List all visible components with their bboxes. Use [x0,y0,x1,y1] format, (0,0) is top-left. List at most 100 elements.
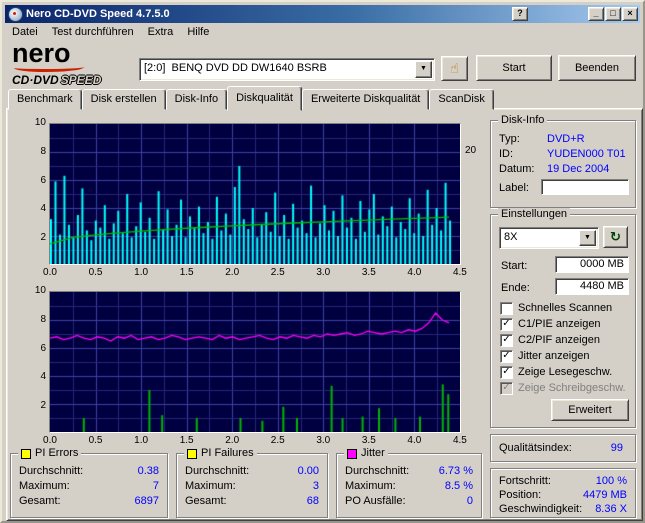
disk-type-value: DVD+R [547,133,585,145]
axis-tick: 4.5 [452,435,467,446]
checkbox-box: ✓ [500,381,513,395]
stat-label: PO Ausfälle: [345,495,406,507]
stat-value: 0 [466,495,473,507]
pi-failures-legend-swatch [187,448,197,459]
menu-extra[interactable]: Extra [141,23,181,41]
check-icon: ✓ [502,366,511,377]
help-button[interactable]: ? [512,7,528,21]
app-window: Nero CD-DVD Speed 4.7.5.0 ? _ □ × Datei … [0,0,645,523]
scan-end-label: Ende: [501,282,530,294]
disk-label-field [541,179,629,195]
close-icon: × [627,8,633,18]
checkbox-zeige-lesegeschw[interactable]: ✓ Zeige Lesegeschw. [500,365,612,379]
stat-value: 6.73 % [438,465,473,477]
axis-tick: 6 [40,342,46,354]
start-button[interactable]: Start [476,55,552,81]
maximize-icon: □ [610,8,616,18]
settings-group: Einstellungen 8X ▼ ↻ Start: 0000 MB Ende… [490,208,636,428]
speed-select[interactable]: 8X ▼ [499,227,599,249]
quality-index-label: Qualitätsindex: [499,442,572,454]
axis-tick: 0.0 [43,267,57,278]
nero-logo: nero CD·DVD SPEED [12,40,134,89]
jitter-chart-canvas [49,291,461,433]
stat-value: 3 [312,480,319,492]
checkbox-c1-pie-anzeigen[interactable]: ✓ C1/PIE anzeigen [500,317,601,331]
chevron-down-icon[interactable]: ▼ [579,230,596,246]
stat-label: Maximum: [345,480,396,492]
jitter-legend-swatch [347,448,357,459]
stat-label: Maximum: [185,480,236,492]
speed-label: Geschwindigkeit: [499,503,583,515]
jitter-chart-x-axis: 0.0 0.5 1.0 1.5 2.0 2.5 3.0 3.5 4.0 4.5 [39,435,471,446]
checkbox-jitter-anzeigen[interactable]: ✓ Jitter anzeigen [500,349,590,363]
disk-date-label: Datum: [499,163,535,175]
progress-group: Fortschritt: 100 % Position: 4479 MB Gesch… [490,468,636,518]
scan-start-field[interactable]: 0000 MB [555,256,629,273]
tab-diskqualitaet[interactable]: Diskqualität [227,86,302,111]
axis-tick: 3.0 [316,267,331,278]
drive-select[interactable]: [2:0] BENQ DVD DD DW1640 BSRB ▼ [139,58,435,81]
checkbox-schnelles-scannen[interactable]: ✓Schnelles Scannen [500,301,612,315]
title-bar: Nero CD-DVD Speed 4.7.5.0 ? _ □ × [5,5,640,23]
stat-label: Durchschnitt: [19,465,84,477]
app-icon [8,7,23,22]
axis-tick: 8 [40,145,46,157]
axis-tick: 2.0 [225,435,240,446]
tab-scandisk[interactable]: ScanDisk [429,89,494,110]
disk-id-value: YUDEN000 T01 [547,148,626,160]
logo-product-right: SPEED [60,73,102,87]
axis-tick: 3.5 [361,435,376,446]
refresh-button[interactable]: ↻ [603,226,628,248]
progress-label: Fortschritt: [499,475,551,487]
axis-tick: 4 [40,203,46,215]
tab-disk-info[interactable]: Disk-Info [165,89,228,110]
quality-index-value: 99 [610,442,623,454]
stat-label: Durchschnitt: [185,465,250,477]
axis-tick: 4.5 [452,267,467,278]
axis-tick: 1.0 [134,435,149,446]
checkbox-c2-pif-anzeigen[interactable]: ✓ C2/PIF anzeigen [500,333,600,347]
menu-hilfe[interactable]: Hilfe [180,23,216,41]
axis-tick: 2.5 [270,267,285,278]
chevron-down-icon[interactable]: ▼ [415,61,432,78]
tab-erweiterte-diskqualitaet[interactable]: Erweiterte Diskqualität [301,89,430,110]
minimize-button[interactable]: _ [588,7,604,21]
check-icon: ✓ [502,334,511,345]
axis-tick: 1.5 [179,435,194,446]
eject-button[interactable]: ☝ [441,56,468,81]
stat-value: 68 [306,495,319,507]
logo-product-left: CD·DVD [12,73,59,87]
tab-benchmark[interactable]: Benchmark [8,89,82,110]
axis-tick: 4 [40,371,46,383]
disk-id-label: ID: [499,148,514,160]
maximize-button[interactable]: □ [605,7,621,21]
scan-end-field[interactable]: 4480 MB [555,278,629,295]
window-title: Nero CD-DVD Speed 4.7.5.0 [26,8,170,20]
stat-label: Maximum: [19,480,70,492]
stat-label: Durchschnitt: [345,465,410,477]
speed-select-value: 8X [504,231,518,243]
menu-bar: Datei Test durchführen Extra Hilfe [5,23,640,41]
axis-tick: 6 [40,174,46,186]
refresh-icon: ↻ [610,229,621,244]
pi-errors-legend-swatch [21,448,31,459]
axis-tick: 0.5 [88,267,103,278]
checkbox-box: ✓ [500,349,513,363]
disk-date-value: 19 Dec 2004 [547,163,610,175]
check-icon: ✓ [502,350,511,361]
axis-tick: 8 [40,313,46,325]
axis-tick: 2 [40,232,46,243]
advanced-button[interactable]: Erweitert [551,399,629,421]
settings-group-title: Einstellungen [498,208,571,221]
stat-value: 0.38 [137,465,159,477]
jitter-stats-group: Jitter Durchschnitt: 6.73 % Maximum: 8.5 %… [336,447,482,518]
checkbox-box: ✓ [500,365,513,379]
tab-disk-erstellen[interactable]: Disk erstellen [81,89,166,110]
axis-tick: 10 [34,285,46,296]
pi-chart-y-axis: 10 8 6 4 2 [22,117,46,243]
quit-button[interactable]: Beenden [558,55,636,81]
axis-tick: 0.5 [88,435,103,446]
help-icon: ? [517,8,523,18]
close-button[interactable]: × [622,7,638,21]
jitter-chart-y-axis: 10 8 6 4 2 [22,285,46,411]
